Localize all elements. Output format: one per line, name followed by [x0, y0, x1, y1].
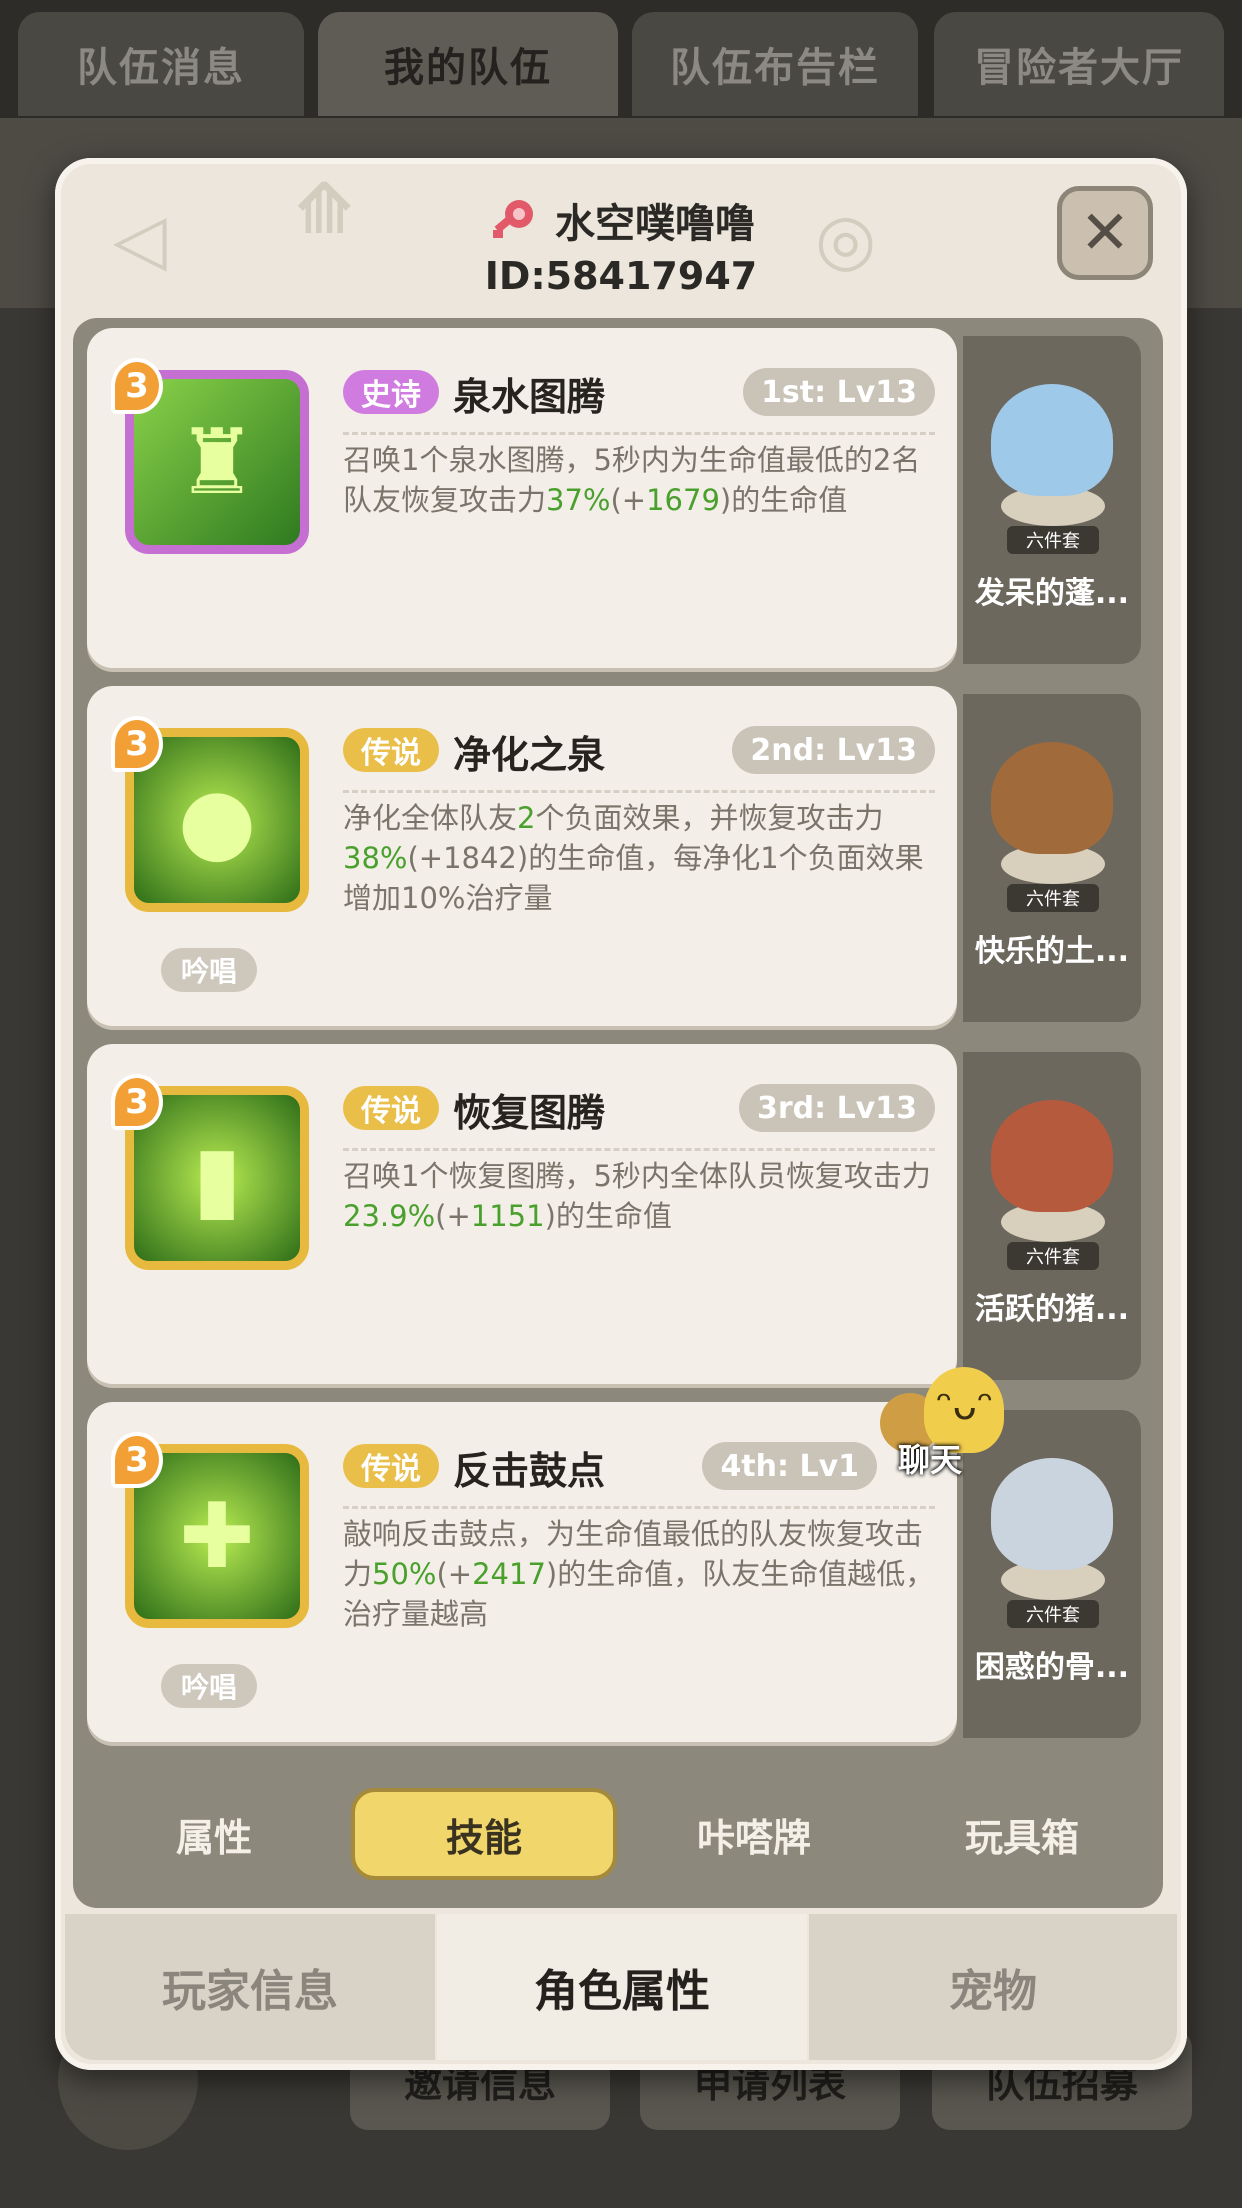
tab-kata-cards[interactable]: 咔嗒牌 — [621, 1788, 887, 1880]
skill-name: 泉水图腾 — [453, 375, 606, 419]
purify-spring-icon: ● — [177, 767, 257, 873]
skill-list[interactable]: ♜ 3 史诗 泉水图腾 1st: Lv13 召唤1个泉水图腾，5秒内为生命值最低… — [73, 318, 1163, 1908]
top-tab-bar: 队伍消息 我的队伍 队伍布告栏 冒险者大厅 — [0, 0, 1242, 120]
skill-card-3[interactable]: ▮ 3 传说 恢复图腾 3rd: Lv13 召唤1个恢复图腾，5秒内全体队员恢复… — [87, 1044, 957, 1384]
divider — [343, 432, 935, 435]
costume-name: 活跃的猪... — [974, 1292, 1130, 1327]
recovery-totem-icon: ▮ — [192, 1125, 242, 1231]
chat-float-button[interactable]: ᵔᴗᵔ 聊天 — [880, 1363, 1020, 1479]
tab-attributes[interactable]: 属性 — [81, 1788, 347, 1880]
skill-slot-level: 3rd: Lv13 — [738, 1084, 935, 1132]
skill-slot-level: 2nd: Lv13 — [732, 726, 935, 774]
skill-name: 净化之泉 — [453, 733, 606, 777]
set-badge: 六件套 — [1007, 526, 1099, 554]
rarity-badge: 史诗 — [343, 370, 439, 414]
tab-adventurer-hall[interactable]: 冒险者大厅 — [934, 12, 1224, 116]
rarity-badge: 传说 — [343, 1086, 439, 1130]
skill-card-4[interactable]: ✚ 3 传说 反击鼓点 4th: Lv1 敲响反击鼓点，为生命值最低的队友恢复攻… — [87, 1402, 957, 1742]
tab-team-board[interactable]: 队伍布告栏 — [632, 12, 918, 116]
skill-level-badge: 3 — [111, 716, 163, 772]
chat-label: 聊天 — [898, 1441, 963, 1479]
tab-toy-box[interactable]: 玩具箱 — [889, 1788, 1155, 1880]
smile-face-icon: ᵔᴗᵔ — [936, 1383, 994, 1429]
tab-my-team[interactable]: 我的队伍 — [318, 12, 618, 116]
close-icon: ✕ — [1079, 198, 1131, 268]
costume-card-1[interactable]: 六件套 发呆的蓬... — [963, 336, 1141, 664]
player-detail-dialog: ◁ ⟰ ◎ 水空噗噜噜 ID:58417947 ✕ ♜ 3 史诗 泉水图腾 1s… — [55, 158, 1187, 2070]
set-badge: 六件套 — [1007, 884, 1099, 912]
chant-tag: 吟唱 — [161, 1664, 258, 1708]
divider — [343, 790, 935, 793]
skill-level-badge: 3 — [111, 358, 163, 414]
player-header: 水空噗噜噜 — [55, 188, 1187, 252]
costume-card-3[interactable]: 六件套 活跃的猪... — [963, 1052, 1141, 1380]
skill-description: 召唤1个泉水图腾，5秒内为生命值最低的2名队友恢复攻击力37%(+1679)的生… — [343, 443, 921, 517]
costume-name: 发呆的蓬... — [974, 576, 1130, 611]
set-badge: 六件套 — [1007, 1242, 1099, 1270]
player-name: 水空噗噜噜 — [555, 201, 755, 247]
set-badge: 六件套 — [1007, 1600, 1099, 1628]
costume-figure-icon — [991, 1100, 1113, 1212]
costume-figure-icon — [991, 384, 1113, 496]
costume-figure-icon — [991, 742, 1113, 854]
divider — [343, 1148, 935, 1151]
tab-character-attributes[interactable]: 角色属性 — [437, 1914, 807, 2060]
skill-slot-level: 1st: Lv13 — [743, 368, 935, 416]
tab-pet[interactable]: 宠物 — [809, 1914, 1177, 2060]
skill-slot-level: 4th: Lv1 — [702, 1442, 877, 1490]
skill-card-2[interactable]: ● 3 传说 净化之泉 2nd: Lv13 净化全体队友2个负面效果，并恢复攻击… — [87, 686, 957, 1026]
rarity-badge: 传说 — [343, 1444, 439, 1488]
rarity-badge: 传说 — [343, 728, 439, 772]
skill-description: 敲响反击鼓点，为生命值最低的队友恢复攻击力50%(+2417)的生命值，队友生命… — [343, 1517, 935, 1631]
counter-drum-icon: ✚ — [179, 1483, 255, 1589]
divider — [343, 1506, 935, 1509]
costume-figure-icon — [991, 1458, 1113, 1570]
tab-skills[interactable]: 技能 — [351, 1788, 617, 1880]
skill-name: 恢复图腾 — [453, 1091, 606, 1135]
gender-key-icon — [493, 200, 533, 238]
sub-tab-bar: 属性 技能 咔嗒牌 玩具箱 — [81, 1780, 1161, 1888]
skill-level-badge: 3 — [111, 1074, 163, 1130]
skill-description: 净化全体队友2个负面效果，并恢复攻击力38%(+1842)的生命值，每净化1个负… — [343, 801, 924, 915]
skill-name: 反击鼓点 — [453, 1449, 606, 1493]
bottom-tab-bar: 玩家信息 角色属性 宠物 — [65, 1914, 1177, 2060]
skill-description: 召唤1个恢复图腾，5秒内全体队员恢复攻击力23.9%(+1151)的生命值 — [343, 1159, 931, 1233]
chant-tag: 吟唱 — [161, 948, 258, 992]
costume-card-2[interactable]: 六件套 快乐的土... — [963, 694, 1141, 1022]
skill-card-1[interactable]: ♜ 3 史诗 泉水图腾 1st: Lv13 召唤1个泉水图腾，5秒内为生命值最低… — [87, 328, 957, 668]
player-id: ID:58417947 — [484, 254, 758, 298]
tab-player-info[interactable]: 玩家信息 — [65, 1914, 435, 2060]
costume-name: 快乐的土... — [974, 934, 1130, 969]
spring-totem-icon: ♜ — [176, 409, 258, 515]
skill-level-badge: 3 — [111, 1432, 163, 1488]
tab-team-messages[interactable]: 队伍消息 — [18, 12, 304, 116]
close-button[interactable]: ✕ — [1057, 186, 1153, 280]
costume-name: 困惑的骨... — [974, 1650, 1130, 1685]
